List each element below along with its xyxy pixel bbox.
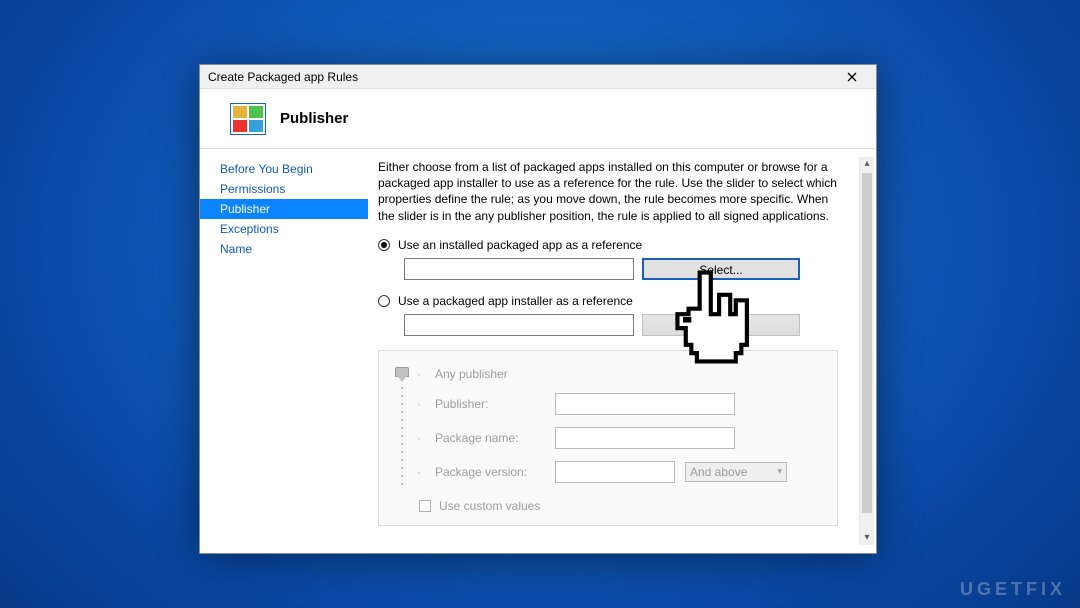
- any-publisher-label: Any publisher: [435, 367, 545, 381]
- content-pane: ▴ ▾ Either choose from a list of package…: [368, 149, 876, 553]
- wizard-icon: [230, 103, 266, 135]
- header-strip: Publisher: [200, 89, 876, 149]
- scroll-up-arrow-icon[interactable]: ▴: [860, 157, 874, 171]
- prop-package-name: · Package name:: [417, 427, 825, 449]
- publisher-label: Publisher:: [435, 397, 545, 411]
- option-installed-label: Use an installed packaged app as a refer…: [398, 238, 642, 252]
- radio-installed-app[interactable]: [378, 239, 390, 251]
- title-bar[interactable]: Create Packaged app Rules: [200, 65, 876, 89]
- property-rows: · Any publisher · Publisher: · Package n…: [417, 367, 825, 513]
- option-installer-row[interactable]: Use a packaged app installer as a refere…: [378, 294, 858, 308]
- installed-field-row: Select...: [404, 258, 858, 280]
- browse-button[interactable]: [642, 314, 800, 336]
- close-icon: [847, 72, 857, 82]
- nav-item-before-you-begin[interactable]: Before You Begin: [200, 159, 368, 179]
- slider-thumb[interactable]: [395, 367, 409, 377]
- dialog-body: Before You Begin Permissions Publisher E…: [200, 149, 876, 553]
- package-version-label: Package version:: [435, 465, 545, 479]
- watermark: UGETFIX: [960, 579, 1066, 600]
- publisher-input: [555, 393, 735, 415]
- prop-publisher: · Publisher:: [417, 393, 825, 415]
- properties-box: · Any publisher · Publisher: · Package n…: [378, 350, 838, 526]
- option-installer-label: Use a packaged app installer as a refere…: [398, 294, 633, 308]
- package-name-input: [555, 427, 735, 449]
- version-mode-value: And above: [690, 465, 747, 479]
- installed-reference-input[interactable]: [404, 258, 634, 280]
- specificity-slider[interactable]: [391, 367, 413, 507]
- close-button[interactable]: [832, 66, 872, 88]
- dialog-window: Create Packaged app Rules Publisher Befo…: [199, 64, 877, 554]
- page-title: Publisher: [280, 110, 348, 127]
- package-name-label: Package name:: [435, 431, 545, 445]
- installer-reference-input[interactable]: [404, 314, 634, 336]
- vertical-scrollbar[interactable]: ▴ ▾: [859, 157, 874, 545]
- version-mode-combo[interactable]: And above ▾: [685, 462, 787, 482]
- custom-values-checkbox[interactable]: [419, 500, 431, 512]
- window-title: Create Packaged app Rules: [208, 70, 358, 84]
- package-version-input: [555, 461, 675, 483]
- prop-package-version: · Package version: And above ▾: [417, 461, 825, 483]
- radio-installer[interactable]: [378, 295, 390, 307]
- custom-values-label: Use custom values: [439, 499, 540, 513]
- custom-values-row[interactable]: Use custom values: [419, 499, 825, 513]
- nav-item-permissions[interactable]: Permissions: [200, 179, 368, 199]
- slider-track: [401, 371, 403, 491]
- chevron-down-icon: ▾: [777, 466, 782, 477]
- wizard-nav: Before You Begin Permissions Publisher E…: [200, 149, 368, 553]
- nav-item-exceptions[interactable]: Exceptions: [200, 219, 368, 239]
- prop-any-publisher: · Any publisher: [417, 367, 825, 381]
- installer-field-row: [404, 314, 858, 336]
- scroll-thumb[interactable]: [862, 173, 872, 513]
- select-button[interactable]: Select...: [642, 258, 800, 280]
- scroll-down-arrow-icon[interactable]: ▾: [860, 531, 874, 545]
- option-installed-row[interactable]: Use an installed packaged app as a refer…: [378, 238, 858, 252]
- nav-item-name[interactable]: Name: [200, 239, 368, 259]
- nav-item-publisher[interactable]: Publisher: [200, 199, 368, 219]
- description-text: Either choose from a list of packaged ap…: [378, 159, 858, 224]
